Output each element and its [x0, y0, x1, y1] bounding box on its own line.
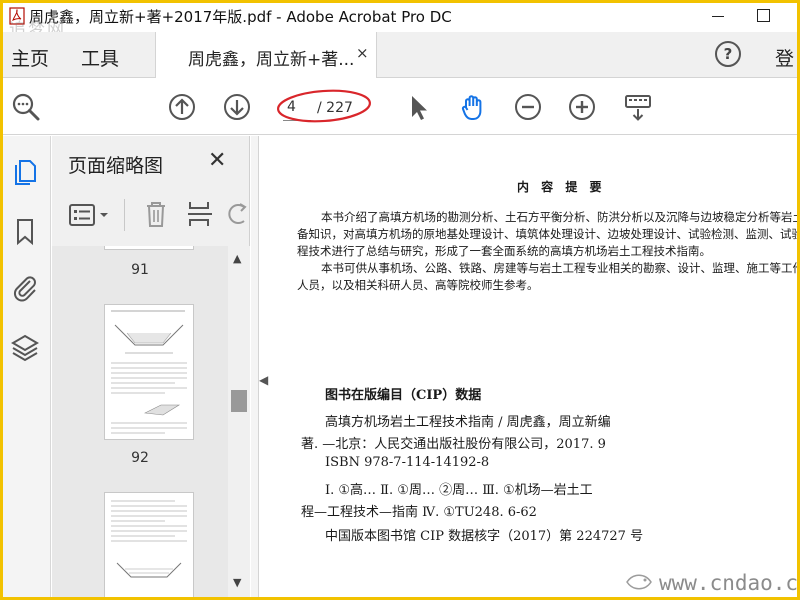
navigation-rail	[3, 136, 51, 597]
insert-page-icon[interactable]	[186, 199, 214, 229]
thumbnail-preview	[111, 500, 187, 578]
scrollbar-thumb[interactable]	[231, 390, 247, 412]
cip-line: 高填方机场岩土工程技术指南 / 周虎鑫，周立新编	[325, 415, 611, 430]
main-toolbar: / 227	[3, 79, 797, 135]
thumbnail-page[interactable]	[104, 246, 194, 250]
cip-line: ISBN 978-7-114-14192-8	[325, 455, 490, 470]
page-up-icon[interactable]	[167, 92, 197, 122]
document-heading: 内 容 提 要	[517, 180, 606, 194]
menu-home[interactable]: 主页	[11, 44, 49, 71]
keyboard-tools-icon[interactable]	[623, 92, 653, 122]
thumbnail-page[interactable]	[104, 492, 194, 597]
cip-line: 著. —北京：人民交通出版社股份有限公司，2017. 9	[301, 437, 606, 452]
minimize-button[interactable]	[703, 3, 733, 29]
summary-line: 备知识，对高填方机场的原地基处理设计、填筑体处理设计、边坡处理设计、试验检测、监…	[297, 227, 797, 241]
thumbnail-page-number: 91	[131, 262, 149, 278]
cip-line: 程—工程技术—指南 Ⅳ. ①TU248. 6-62	[301, 505, 537, 520]
panel-title: 页面缩略图	[68, 155, 164, 177]
cip-line: Ⅰ. ①高… Ⅱ. ①周… ②周… Ⅲ. ①机场—岩土工	[325, 483, 593, 498]
highlight-annotation	[277, 89, 371, 123]
toolbar-divider	[124, 199, 125, 231]
thumbnails-panel: 页面缩略图 ✕ 91 92 ▲ ▼	[52, 136, 250, 597]
menu-tab-bar: 主页 工具 周虎鑫，周立新+著... × ? 登	[3, 32, 797, 78]
summary-line: 人员，以及相关科研人员、高等院校师生参考。	[297, 278, 539, 292]
thumbnail-page[interactable]	[104, 304, 194, 440]
scroll-down-icon[interactable]: ▼	[233, 576, 241, 589]
summary-line: 本书可供从事机场、公路、铁路、房建等与岩土工程专业相关的勘察、设计、监理、施工等…	[321, 261, 797, 275]
sign-in-button[interactable]: 登	[775, 44, 794, 71]
layers-icon[interactable]	[10, 332, 40, 362]
window-title: 周虎鑫，周立新+著+2017年版.pdf - Adobe Acrobat Pro…	[29, 8, 452, 26]
thumbnails-scrollbar[interactable]: ▲ ▼	[228, 246, 250, 597]
summary-line: 程技术进行了总结与研究，形成了一套全面系统的高填方机场岩土工程技术指南。	[297, 244, 711, 258]
tab-close-button[interactable]: ×	[356, 44, 369, 62]
bookmark-icon[interactable]	[10, 216, 40, 246]
help-button[interactable]: ?	[715, 41, 741, 67]
acrobat-window: 周虎鑫，周立新+著+2017年版.pdf - Adobe Acrobat Pro…	[3, 3, 797, 597]
zoom-search-icon[interactable]	[11, 92, 41, 122]
cip-heading: 图书在版编目（CIP）数据	[325, 388, 482, 403]
scroll-up-icon[interactable]: ▲	[233, 252, 241, 265]
document-view: 内 容 提 要 本书介绍了高填方机场的勘测分析、土石方平衡分析、防洪分析以及沉降…	[269, 136, 797, 597]
rotate-icon[interactable]	[228, 199, 248, 229]
delete-icon[interactable]	[142, 199, 170, 229]
attachment-icon[interactable]	[10, 272, 40, 302]
hand-tool-icon[interactable]	[458, 92, 488, 122]
watermark-logo-icon	[626, 574, 652, 590]
collapse-panel-icon[interactable]: ◀	[259, 373, 268, 387]
title-bar: 周虎鑫，周立新+著+2017年版.pdf - Adobe Acrobat Pro…	[3, 3, 797, 29]
summary-line: 本书介绍了高填方机场的勘测分析、土石方平衡分析、防洪分析以及沉降与边坡稳定分析等…	[321, 210, 797, 224]
thumbnail-preview	[111, 310, 187, 434]
cip-line: 中国版本图书馆 CIP 数据核字（2017）第 224727 号	[325, 529, 644, 544]
menu-tools[interactable]: 工具	[81, 44, 119, 71]
close-panel-button[interactable]: ✕	[208, 148, 226, 173]
zoom-out-icon[interactable]	[513, 92, 543, 122]
panel-splitter[interactable]	[251, 136, 259, 597]
maximize-button[interactable]	[749, 3, 779, 29]
tab-document[interactable]: 周虎鑫，周立新+著... ×	[155, 32, 377, 78]
select-cursor-icon[interactable]	[403, 92, 433, 122]
thumbnails-toolbar	[52, 191, 250, 241]
page-thumbnails-icon[interactable]	[10, 156, 40, 186]
thumbnail-options-icon[interactable]	[68, 201, 114, 229]
watermark-url: www.cndao.com	[659, 571, 797, 595]
tab-document-label: 周虎鑫，周立新+著...	[188, 50, 355, 70]
page-down-icon[interactable]	[222, 92, 252, 122]
zoom-in-icon[interactable]	[567, 92, 597, 122]
thumbnail-page-number: 92	[131, 450, 149, 466]
thumbnails-list: 91 92	[52, 246, 228, 597]
